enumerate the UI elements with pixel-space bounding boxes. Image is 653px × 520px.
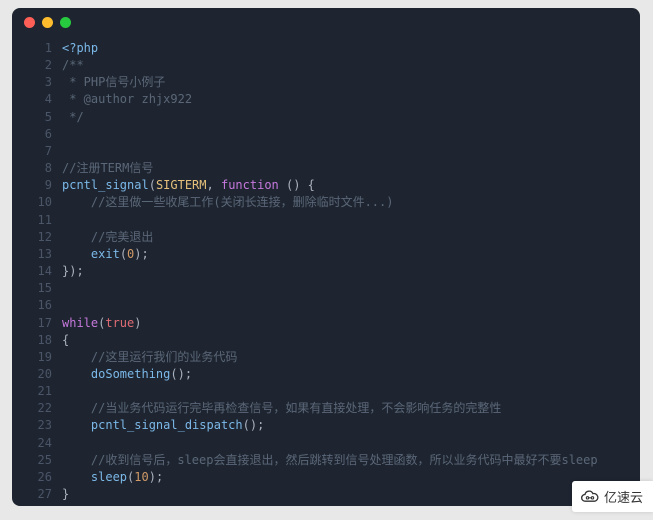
code-line: 4 * @author zhjx922 [12, 91, 640, 108]
line-number: 4 [12, 91, 62, 108]
line-content: } [62, 486, 640, 503]
line-content: */ [62, 109, 640, 126]
zoom-icon[interactable] [60, 17, 71, 28]
line-content: pcntl_signal_dispatch(); [62, 417, 640, 434]
code-line: 22 //当业务代码运行完毕再检查信号，如果有直接处理，不会影响任务的完整性 [12, 400, 640, 417]
code-line: 23 pcntl_signal_dispatch(); [12, 417, 640, 434]
line-content: //完美退出 [62, 229, 640, 246]
line-number: 21 [12, 383, 62, 400]
minimize-icon[interactable] [42, 17, 53, 28]
line-content: exit(0); [62, 246, 640, 263]
code-line: 26 sleep(10); [12, 469, 640, 486]
code-area: 1<?php2/**3 * PHP信号小例子4 * @author zhjx92… [12, 36, 640, 506]
code-window: 1<?php2/**3 * PHP信号小例子4 * @author zhjx92… [12, 8, 640, 506]
code-line: 7 [12, 143, 640, 160]
line-content: //这里运行我们的业务代码 [62, 349, 640, 366]
line-number: 10 [12, 194, 62, 211]
code-line: 11 [12, 212, 640, 229]
line-number: 25 [12, 452, 62, 469]
line-number: 11 [12, 212, 62, 229]
line-number: 13 [12, 246, 62, 263]
line-number: 17 [12, 315, 62, 332]
line-content: }); [62, 263, 640, 280]
titlebar [12, 8, 640, 36]
cloud-icon [580, 490, 600, 504]
line-content: pcntl_signal(SIGTERM, function () { [62, 177, 640, 194]
line-number: 12 [12, 229, 62, 246]
code-line: 21 [12, 383, 640, 400]
watermark: 亿速云 [572, 481, 653, 512]
line-content: sleep(10); [62, 469, 640, 486]
code-line: 9pcntl_signal(SIGTERM, function () { [12, 177, 640, 194]
line-number: 15 [12, 280, 62, 297]
line-content: //注册TERM信号 [62, 160, 640, 177]
line-content: //收到信号后，sleep会直接退出，然后跳转到信号处理函数，所以业务代码中最好… [62, 452, 640, 469]
line-content: //这里做一些收尾工作(关闭长连接，删除临时文件...) [62, 194, 640, 211]
line-number: 22 [12, 400, 62, 417]
line-number: 7 [12, 143, 62, 160]
line-number: 6 [12, 126, 62, 143]
line-content: * @author zhjx922 [62, 91, 640, 108]
line-content: * PHP信号小例子 [62, 74, 640, 91]
code-line: 5 */ [12, 109, 640, 126]
code-line: 8//注册TERM信号 [12, 160, 640, 177]
code-line: 2/** [12, 57, 640, 74]
line-content: /** [62, 57, 640, 74]
line-content: while(true) [62, 315, 640, 332]
code-line: 10 //这里做一些收尾工作(关闭长连接，删除临时文件...) [12, 194, 640, 211]
line-number: 14 [12, 263, 62, 280]
code-line: 24 [12, 435, 640, 452]
line-number: 3 [12, 74, 62, 91]
line-content [62, 143, 640, 160]
code-line: 14}); [12, 263, 640, 280]
line-content: doSomething(); [62, 366, 640, 383]
line-content: { [62, 332, 640, 349]
code-line: 3 * PHP信号小例子 [12, 74, 640, 91]
line-number: 20 [12, 366, 62, 383]
line-content [62, 435, 640, 452]
line-number: 24 [12, 435, 62, 452]
code-line: 12 //完美退出 [12, 229, 640, 246]
line-number: 2 [12, 57, 62, 74]
line-number: 18 [12, 332, 62, 349]
code-line: 6 [12, 126, 640, 143]
code-line: 15 [12, 280, 640, 297]
line-number: 5 [12, 109, 62, 126]
line-content [62, 212, 640, 229]
code-line: 27} [12, 486, 640, 503]
code-line: 17while(true) [12, 315, 640, 332]
watermark-text: 亿速云 [604, 487, 643, 506]
line-number: 16 [12, 297, 62, 314]
line-content: //当业务代码运行完毕再检查信号，如果有直接处理，不会影响任务的完整性 [62, 400, 640, 417]
code-line: 19 //这里运行我们的业务代码 [12, 349, 640, 366]
line-number: 1 [12, 40, 62, 57]
code-line: 1<?php [12, 40, 640, 57]
line-number: 8 [12, 160, 62, 177]
line-number: 26 [12, 469, 62, 486]
line-number: 19 [12, 349, 62, 366]
line-content [62, 383, 640, 400]
code-line: 25 //收到信号后，sleep会直接退出，然后跳转到信号处理函数，所以业务代码… [12, 452, 640, 469]
line-number: 27 [12, 486, 62, 503]
code-line: 18{ [12, 332, 640, 349]
code-line: 16 [12, 297, 640, 314]
line-content [62, 126, 640, 143]
line-content: <?php [62, 40, 640, 57]
close-icon[interactable] [24, 17, 35, 28]
line-content [62, 297, 640, 314]
line-number: 23 [12, 417, 62, 434]
line-content [62, 280, 640, 297]
code-line: 20 doSomething(); [12, 366, 640, 383]
line-number: 9 [12, 177, 62, 194]
code-line: 13 exit(0); [12, 246, 640, 263]
